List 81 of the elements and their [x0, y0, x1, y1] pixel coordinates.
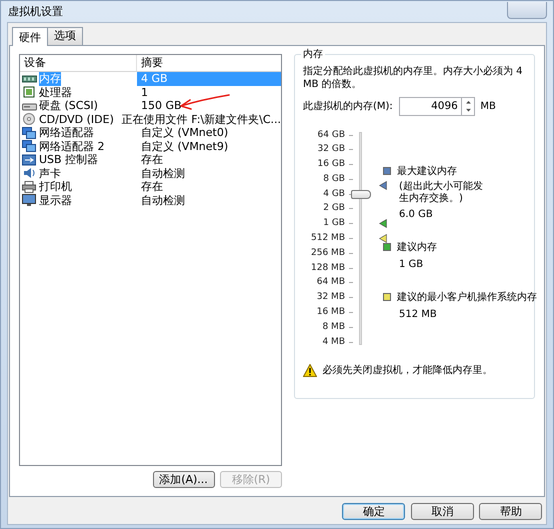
scale-label: 8 GB [322, 172, 345, 186]
device-icon [22, 86, 37, 98]
field-label: 此虚拟机的内存(M): [303, 100, 393, 114]
column-header: 摘要 [140, 55, 163, 71]
scale-label: 4 MB [321, 336, 345, 349]
legend-label: 最大建议内存 [397, 164, 457, 178]
device-name: 显示器 [39, 194, 72, 207]
device-name: 内存 [39, 72, 61, 86]
scale-label: 16 GB [316, 158, 345, 172]
device-summary: 150 GB [140, 99, 182, 112]
device-icon [22, 180, 37, 193]
marker-icon [379, 180, 387, 190]
device-icon [22, 113, 37, 126]
slider-track[interactable] [351, 134, 373, 342]
cancel-button[interactable]: 取消 [410, 502, 474, 520]
tab[interactable]: 选项 [46, 27, 83, 45]
device-name: 硬盘 (SCSI) [39, 99, 98, 112]
list-row[interactable]: CD/DVD (IDE) 正在使用文件 F:\新建文件夹\C... [20, 112, 281, 126]
list-row[interactable]: 处理器 1 [20, 86, 281, 99]
device-summary: 1 [140, 86, 148, 99]
scale-label: 64 GB [316, 128, 345, 142]
scale-label: 256 MB [310, 246, 345, 260]
device-summary: 4 GB [137, 72, 281, 86]
device-summary: 自动检测 [140, 194, 185, 207]
device-name: CD/DVD (IDE) [39, 112, 114, 126]
scale-label: 1 GB [322, 217, 345, 230]
device-summary: 存在 [140, 153, 163, 166]
device-icon [22, 72, 37, 85]
marker-icon [379, 219, 387, 228]
unit-label: MB [480, 100, 496, 114]
description-text: 指定分配给此虚拟机的内存里。内存大小必须为 4 MB 的倍数。 [303, 65, 524, 91]
legend-value: 1 GB [399, 258, 424, 272]
memory-field[interactable]: 4096 [398, 96, 461, 116]
device-icon [22, 140, 37, 152]
list-row[interactable]: 网络适配器 2 自定义 (VMnet9) [20, 140, 281, 153]
device-summary: 自动检测 [140, 166, 185, 180]
slider-thumb[interactable] [351, 190, 371, 199]
legend-note: (超出此大小可能发生内存交换。) [399, 180, 483, 204]
legend-label: 建议内存 [397, 240, 437, 254]
device-name: 网络适配器 [39, 126, 94, 140]
list-row[interactable]: 打印机 存在 [20, 180, 281, 194]
warning-icon [303, 364, 317, 377]
warning-text: 必须先关闭虚拟机，才能降低内存里。 [322, 364, 492, 378]
help-button[interactable]: 帮助 [479, 502, 542, 520]
device-name: USB 控制器 [39, 153, 98, 166]
list-row[interactable]: 网络适配器 自定义 (VMnet0) [20, 126, 281, 140]
device-name: 网络适配器 2 [39, 140, 104, 153]
device-icon [22, 126, 37, 139]
list-row[interactable]: 硬盘 (SCSI) 150 GB [20, 99, 281, 112]
list-row[interactable]: USB 控制器 存在 [20, 153, 281, 166]
device-summary: 存在 [140, 180, 163, 194]
scale-label: 8 MB [321, 320, 345, 334]
device-name: 打印机 [39, 180, 72, 194]
scale-label: 32 GB [316, 143, 345, 156]
marker-icon [379, 234, 387, 243]
scale-label: 2 GB [322, 202, 345, 216]
scale-label: 512 MB [310, 232, 345, 246]
window-title: 虚拟机设置 [8, 5, 63, 18]
tab[interactable]: 硬件 [12, 27, 48, 46]
device-summary: 正在使用文件 F:\新建文件夹\C... [120, 112, 281, 126]
device-summary: 自定义 (VMnet0) [140, 126, 228, 140]
device-icon [22, 167, 37, 180]
add-button[interactable]: 添加(A)... [152, 471, 214, 488]
device-icon [22, 154, 37, 166]
legend-value: 512 MB [399, 308, 437, 322]
close-button[interactable] [507, 2, 547, 19]
device-name: 声卡 [39, 166, 61, 180]
scale-label: 64 MB [316, 276, 345, 290]
scale-label: 16 MB [316, 306, 345, 320]
column-header: 设备 [20, 55, 137, 71]
device-icon [22, 194, 37, 206]
scale-label: 128 MB [310, 262, 345, 275]
ok-button[interactable]: 确定 [342, 502, 406, 520]
legend-label: 建议的最小客户机操作系统内存 [397, 290, 537, 304]
list-row[interactable]: 显示器 自动检测 [20, 194, 281, 207]
list-row[interactable]: 声卡 自动检测 [20, 166, 281, 180]
device-name: 处理器 [39, 86, 72, 99]
scale-label: 4 GB [322, 188, 345, 201]
scale-label: 32 MB [316, 291, 345, 304]
device-summary: 自定义 (VMnet9) [140, 140, 228, 153]
legend-value: 6.0 GB [399, 208, 433, 222]
